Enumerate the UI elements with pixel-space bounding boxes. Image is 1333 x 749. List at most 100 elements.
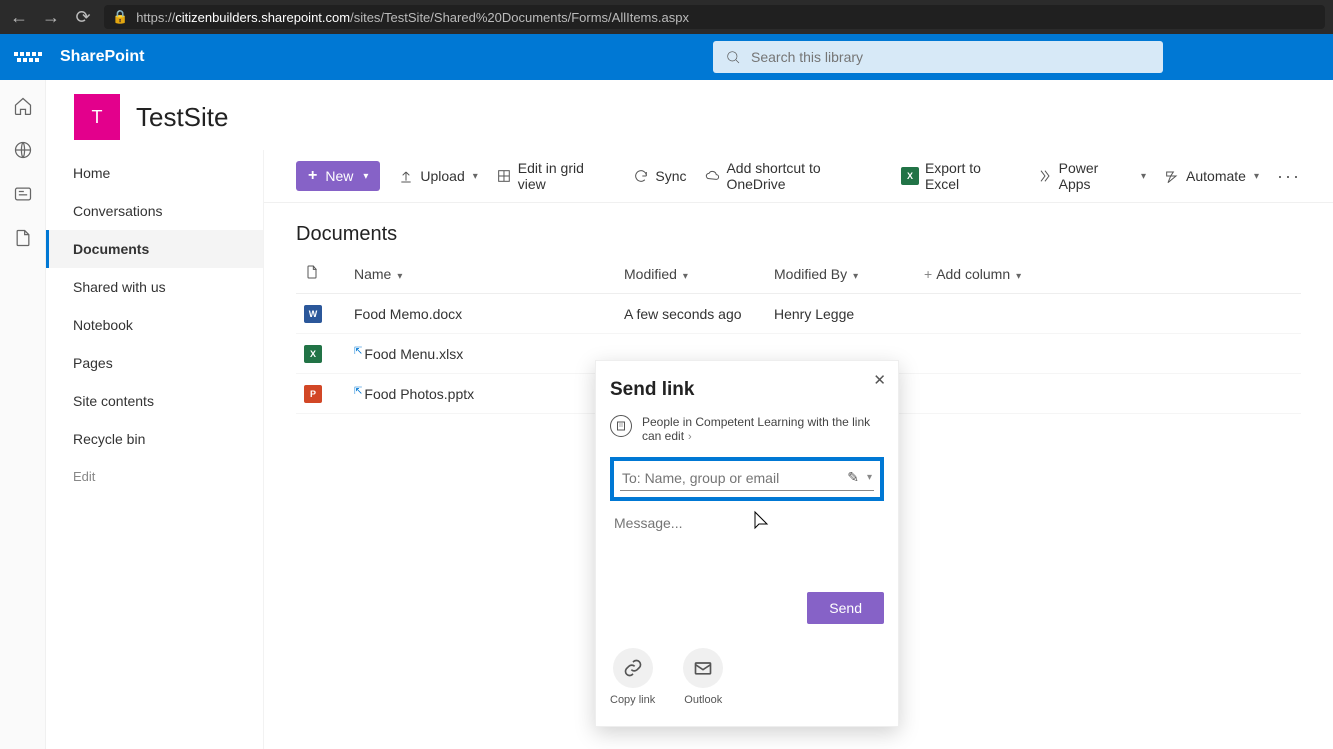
powerapps-button[interactable]: Power Apps ▾	[1037, 160, 1146, 192]
search-input[interactable]	[751, 49, 1151, 65]
powerapps-label: Power Apps	[1059, 160, 1133, 192]
lock-icon: 🔒	[112, 9, 128, 25]
editgrid-button[interactable]: Edit in grid view	[496, 160, 616, 192]
copy-link-label: Copy link	[610, 694, 655, 706]
outlook-button[interactable]: Outlook	[683, 648, 723, 706]
chevron-down-icon: ▾	[1254, 171, 1259, 182]
globe-icon[interactable]	[13, 140, 33, 160]
app-rail	[0, 80, 46, 749]
nav-item-conversations[interactable]: Conversations	[46, 192, 263, 230]
nav-item-site-contents[interactable]: Site contents	[46, 382, 263, 420]
chevron-right-icon: ›	[688, 431, 692, 443]
upload-label: Upload	[420, 168, 464, 184]
cell-name[interactable]: ⇱Food Photos.pptx	[346, 374, 616, 414]
col-add[interactable]: +Add column▾	[916, 254, 1301, 294]
automate-icon	[1164, 168, 1180, 184]
onedrive-icon	[705, 168, 721, 184]
send-button[interactable]: Send	[807, 592, 884, 624]
new-label: New	[325, 168, 353, 184]
chevron-down-icon: ▾	[473, 171, 478, 182]
chevron-down-icon: ▾	[1016, 271, 1021, 282]
file-icon	[304, 264, 320, 280]
chevron-down-icon: ▾	[683, 271, 688, 282]
library-title: Documents	[264, 203, 1333, 254]
news-icon[interactable]	[13, 184, 33, 204]
close-button[interactable]: ✕	[873, 371, 886, 389]
copy-link-button[interactable]: Copy link	[610, 648, 655, 706]
sync-icon	[633, 168, 649, 184]
nav-item-recycle-bin[interactable]: Recycle bin	[46, 420, 263, 458]
outlook-icon	[683, 648, 723, 688]
editgrid-label: Edit in grid view	[518, 160, 616, 192]
col-modifiedby[interactable]: Modified By▾	[766, 254, 916, 294]
browser-bar: ← → ⟳ 🔒 https://citizenbuilders.sharepoi…	[0, 0, 1333, 34]
col-modified[interactable]: Modified▾	[616, 254, 766, 294]
chevron-down-icon[interactable]: ▾	[867, 472, 872, 483]
cell-modifiedby: Henry Legge	[766, 294, 916, 334]
cell-name[interactable]: ⇱Food Menu.xlsx	[346, 334, 616, 374]
col-type[interactable]	[296, 254, 346, 294]
powerapps-icon	[1037, 168, 1053, 184]
left-nav: HomeConversationsDocumentsShared with us…	[46, 150, 264, 749]
forward-button[interactable]: →	[40, 7, 62, 28]
command-bar: + New ▾ Upload ▾ Edit in grid view	[264, 150, 1333, 203]
more-button[interactable]: ···	[1277, 166, 1301, 187]
shared-marker-icon: ⇱	[354, 386, 362, 397]
nav-item-pages[interactable]: Pages	[46, 344, 263, 382]
copy-link-icon	[613, 648, 653, 688]
upload-button[interactable]: Upload ▾	[398, 168, 477, 184]
nav-item-shared-with-us[interactable]: Shared with us	[46, 268, 263, 306]
shortcut-button[interactable]: Add shortcut to OneDrive	[705, 160, 884, 192]
docx-icon: W	[304, 305, 322, 323]
cell-modified: A few seconds ago	[616, 294, 766, 334]
recipients-input[interactable]	[622, 470, 841, 486]
chevron-down-icon: ▾	[363, 171, 368, 182]
send-link-dialog: ✕ Send link People in Competent Learning…	[595, 360, 899, 727]
nav-item-notebook[interactable]: Notebook	[46, 306, 263, 344]
shortcut-label: Add shortcut to OneDrive	[726, 160, 883, 192]
chevron-down-icon: ▾	[853, 271, 858, 282]
home-icon[interactable]	[13, 96, 33, 116]
excel-icon: X	[901, 167, 919, 185]
reload-button[interactable]: ⟳	[72, 7, 94, 28]
search-icon	[725, 49, 741, 65]
url-text: https://citizenbuilders.sharepoint.com/s…	[136, 10, 689, 25]
nav-edit[interactable]: Edit	[46, 458, 263, 495]
file-icon[interactable]	[13, 228, 33, 248]
automate-button[interactable]: Automate ▾	[1164, 168, 1259, 184]
brand-label[interactable]: SharePoint	[60, 48, 144, 66]
app-launcher-icon[interactable]	[14, 43, 42, 71]
xlsx-icon: X	[304, 345, 322, 363]
link-settings-row[interactable]: People in Competent Learning with the li…	[610, 415, 884, 443]
chevron-down-icon: ▾	[397, 271, 402, 282]
sync-label: Sync	[655, 168, 686, 184]
col-name[interactable]: Name▾	[346, 254, 616, 294]
pptx-icon: P	[304, 385, 322, 403]
export-button[interactable]: X Export to Excel	[901, 160, 1019, 192]
site-tile[interactable]: T	[74, 94, 120, 140]
back-button[interactable]: ←	[8, 7, 30, 28]
nav-item-home[interactable]: Home	[46, 154, 263, 192]
site-title[interactable]: TestSite	[136, 102, 229, 133]
upload-icon	[398, 168, 414, 184]
recipients-field[interactable]: ✎ ▾	[620, 467, 874, 491]
cell-name[interactable]: Food Memo.docx	[346, 294, 616, 334]
shared-marker-icon: ⇱	[354, 346, 362, 357]
search-wrap	[713, 41, 1163, 73]
address-bar[interactable]: 🔒 https://citizenbuilders.sharepoint.com…	[104, 5, 1325, 29]
grid-icon	[496, 168, 512, 184]
search-box[interactable]	[713, 41, 1163, 73]
nav-item-documents[interactable]: Documents	[46, 230, 263, 268]
table-row[interactable]: W Food Memo.docxA few seconds agoHenry Le…	[296, 294, 1301, 334]
plus-icon: +	[308, 167, 317, 185]
chevron-down-icon: ▾	[1141, 171, 1146, 182]
pencil-icon[interactable]: ✎	[847, 469, 859, 486]
sync-button[interactable]: Sync	[633, 168, 686, 184]
message-input[interactable]	[610, 507, 884, 587]
automate-label: Automate	[1186, 168, 1246, 184]
suite-header: SharePoint	[0, 34, 1333, 80]
outlook-label: Outlook	[684, 694, 722, 706]
org-icon	[610, 415, 632, 437]
new-button[interactable]: + New ▾	[296, 161, 380, 191]
export-label: Export to Excel	[925, 160, 1019, 192]
